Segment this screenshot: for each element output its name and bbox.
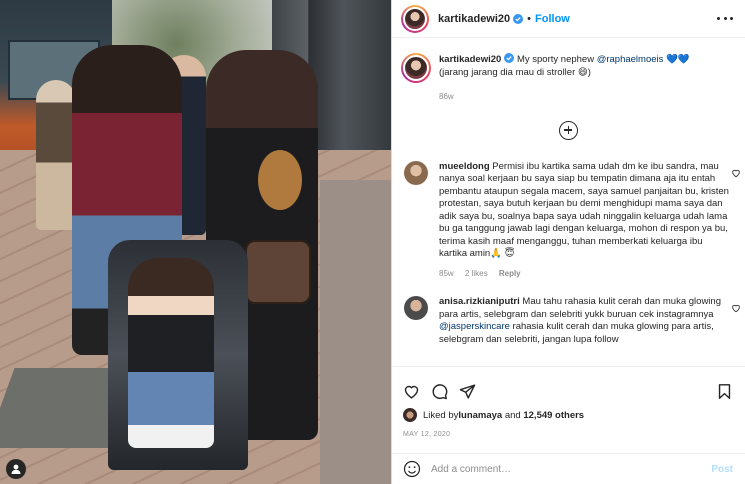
caption-text: My sporty nephew bbox=[514, 54, 597, 65]
post-caption: kartikadewi20 My sporty nephew @raphaelm… bbox=[392, 39, 745, 104]
caption-emoji: 💙💙 bbox=[663, 54, 690, 65]
share-paper-plane-icon[interactable] bbox=[459, 383, 476, 400]
tagged-users-button[interactable] bbox=[6, 459, 26, 479]
emoji-smiley-icon[interactable] bbox=[403, 460, 421, 478]
comment-text: Permisi ibu kartika sama udah dm ke ibu … bbox=[439, 160, 729, 260]
post-date[interactable]: MAY 12, 2020 bbox=[392, 422, 745, 438]
like-heart-icon[interactable] bbox=[403, 383, 420, 400]
user-icon bbox=[11, 464, 21, 474]
comments-list[interactable]: kartikadewi20 My sporty nephew @raphaelm… bbox=[392, 39, 745, 366]
author-username[interactable]: kartikadewi20 bbox=[438, 13, 510, 25]
verified-badge-icon bbox=[504, 53, 515, 63]
caption-age[interactable]: 86w bbox=[439, 92, 454, 101]
post-side-panel: kartikadewi20 • Follow kartikadewi20 My … bbox=[392, 0, 745, 484]
liker-avatar[interactable] bbox=[403, 408, 417, 422]
caption-mention[interactable]: @raphaelmoeis bbox=[597, 54, 664, 65]
comment-username[interactable]: anisa.rizkianiputri bbox=[439, 296, 520, 307]
caption-line-2: (jarang jarang dia mau di stroller 😄) bbox=[439, 66, 591, 78]
load-more-comments-button[interactable] bbox=[559, 120, 578, 140]
likes-summary: Liked by lunamaya and 12,549 others bbox=[392, 405, 745, 422]
like-comment-heart-icon[interactable] bbox=[731, 303, 741, 313]
comment-item: mueeldong Permisi ibu kartika sama udah … bbox=[392, 160, 745, 281]
add-comment-input[interactable] bbox=[431, 463, 712, 475]
comment-username[interactable]: mueeldong bbox=[439, 161, 490, 172]
post-actions: Liked by lunamaya and 12,549 others MAY … bbox=[392, 366, 745, 438]
save-bookmark-icon[interactable] bbox=[716, 383, 733, 400]
liker-username[interactable]: lunamaya bbox=[458, 410, 502, 421]
likes-prefix: Liked by bbox=[423, 409, 459, 421]
likes-middle: and bbox=[502, 409, 524, 421]
photo-bag bbox=[245, 240, 311, 304]
photo-child bbox=[128, 258, 214, 448]
post-photo[interactable] bbox=[0, 0, 391, 484]
likes-others[interactable]: 12,549 others bbox=[523, 410, 584, 421]
photo-teddy-bear-print bbox=[258, 150, 302, 210]
author-avatar[interactable] bbox=[401, 4, 429, 33]
commenter-avatar[interactable] bbox=[404, 296, 428, 320]
more-options-icon[interactable] bbox=[717, 17, 733, 20]
add-comment-bar: Post bbox=[392, 453, 745, 484]
caption-avatar[interactable] bbox=[401, 53, 431, 83]
comment-item: anisa.rizkianiputri Mau tahu rahasia kul… bbox=[392, 296, 745, 346]
caption-username[interactable]: kartikadewi20 bbox=[439, 54, 501, 65]
like-comment-heart-icon[interactable] bbox=[731, 168, 741, 178]
post-comment-button[interactable]: Post bbox=[711, 464, 733, 475]
photo-person-background bbox=[36, 80, 76, 230]
follow-button[interactable]: Follow bbox=[535, 13, 570, 25]
comment-mention[interactable]: @jasperskincare bbox=[439, 321, 510, 332]
reply-button[interactable]: Reply bbox=[499, 269, 521, 278]
separator-dot: • bbox=[527, 12, 532, 25]
commenter-avatar[interactable] bbox=[404, 160, 428, 185]
photo-curb bbox=[320, 180, 391, 484]
comment-likes[interactable]: 2 likes bbox=[465, 269, 488, 278]
comment-age[interactable]: 85w bbox=[439, 269, 454, 278]
post-header: kartikadewi20 • Follow bbox=[392, 0, 745, 38]
verified-badge-icon bbox=[513, 13, 524, 24]
comment-bubble-icon[interactable] bbox=[431, 383, 448, 400]
